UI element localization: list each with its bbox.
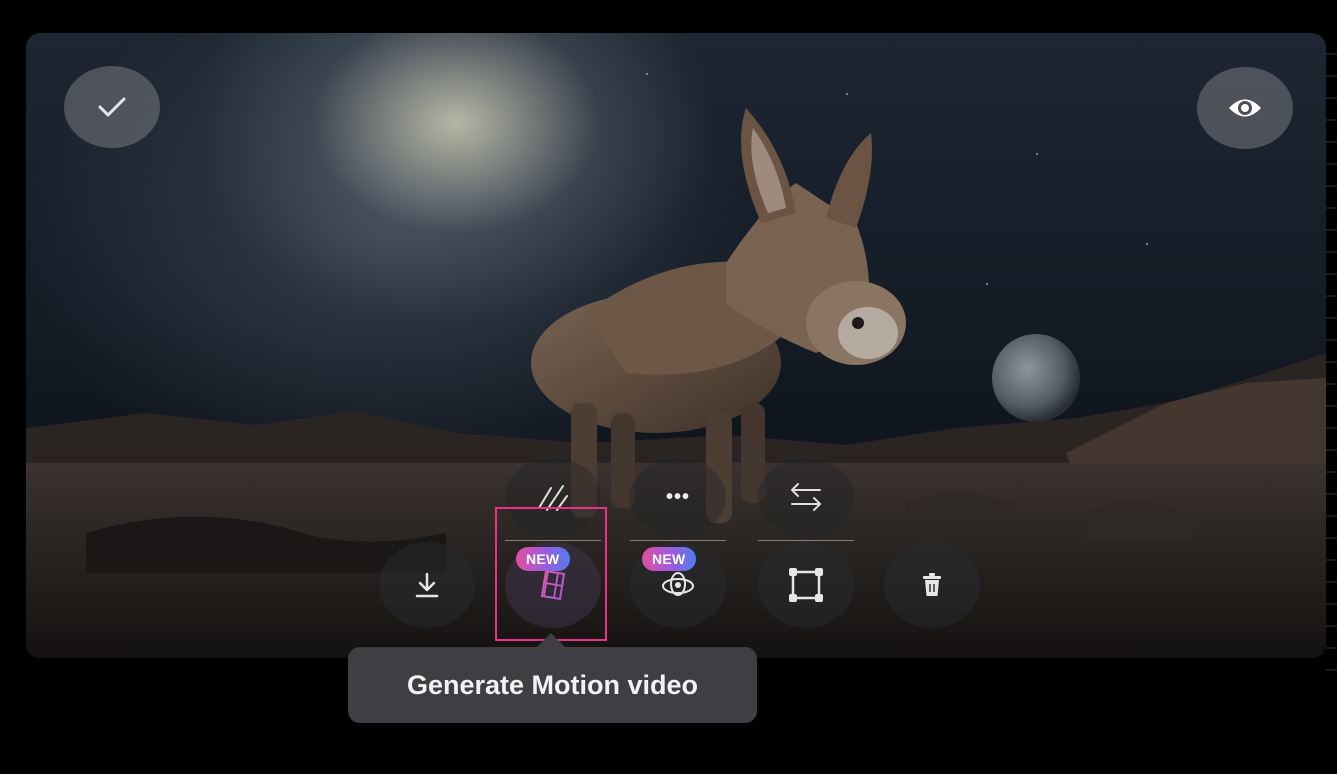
new-badge: NEW — [642, 547, 696, 571]
download-icon — [415, 572, 439, 598]
eye-icon — [1229, 99, 1261, 117]
more-dots-icon: ••• — [665, 485, 690, 508]
delete-button[interactable] — [884, 542, 980, 628]
focus-highlight — [495, 507, 607, 641]
tooltip-arrow — [537, 633, 565, 647]
divider — [758, 540, 854, 541]
checkmark-icon — [98, 97, 126, 117]
divider — [630, 540, 726, 541]
swap-button[interactable] — [758, 458, 854, 536]
preview-eye-button[interactable] — [1197, 67, 1293, 149]
select-checkbox-button[interactable] — [64, 66, 160, 148]
trash-icon — [923, 573, 941, 596]
scroll-edge — [1326, 33, 1337, 673]
swap-arrows-icon — [791, 483, 821, 511]
orbit-3d-icon — [662, 572, 694, 596]
crop-button[interactable] — [758, 542, 854, 628]
download-button[interactable] — [379, 542, 475, 628]
tooltip: Generate Motion video — [348, 647, 757, 723]
crop-frame-icon — [789, 568, 823, 602]
more-options-button[interactable]: ••• — [630, 458, 726, 536]
tooltip-text: Generate Motion video — [406, 669, 699, 700]
